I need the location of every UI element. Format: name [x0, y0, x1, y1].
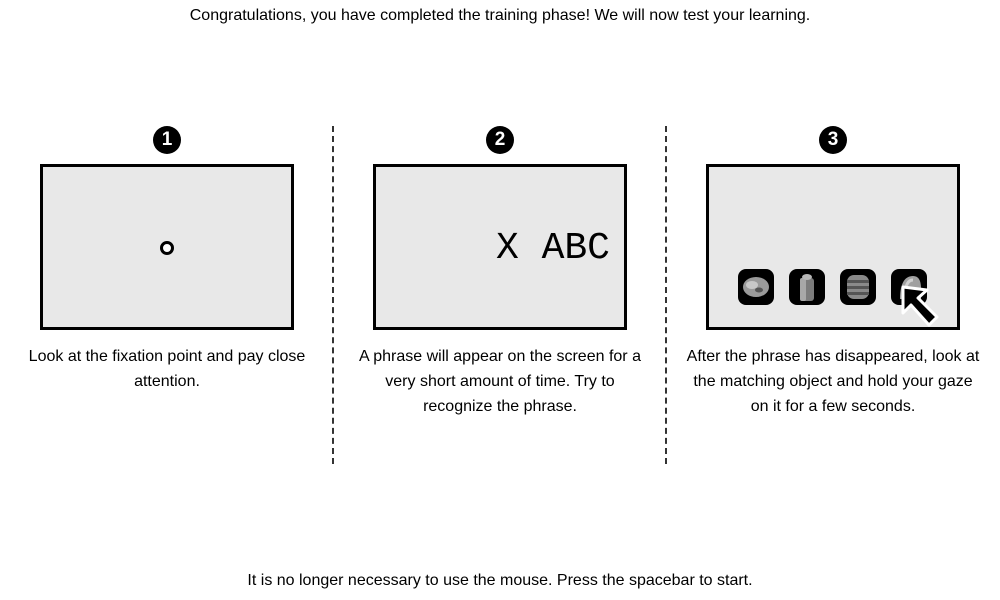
step-number-badge: 3 [819, 126, 847, 154]
step-3: 3 After the phrase has disappeared, look… [683, 126, 983, 419]
step-number-badge: 2 [486, 126, 514, 154]
start-instruction: It is no longer necessary to use the mou… [247, 572, 753, 589]
screen-illustration [40, 164, 294, 330]
phrase-text: X ABC [495, 227, 610, 270]
step-number-badge: 1 [153, 126, 181, 154]
step-description: After the phrase has disappeared, look a… [686, 348, 980, 415]
step-description: Look at the fixation point and pay close… [28, 348, 306, 390]
oval-object-icon [738, 269, 774, 305]
screen-illustration: X ABC [373, 164, 627, 330]
step-description: A phrase will appear on the screen for a… [359, 348, 641, 415]
dashed-divider [332, 126, 334, 464]
dashed-divider [665, 126, 667, 464]
cylinder-object-icon [789, 269, 825, 305]
barrel-object-icon [840, 269, 876, 305]
step-2: 2 X ABC A phrase will appear on the scre… [350, 126, 650, 419]
instruction-header: Congratulations, you have completed the … [189, 7, 811, 24]
fixation-point-icon [160, 241, 174, 255]
screen-illustration [706, 164, 960, 330]
mouse-cursor-icon [901, 285, 939, 327]
step-1: 1 Look at the fixation point and pay clo… [17, 126, 317, 394]
